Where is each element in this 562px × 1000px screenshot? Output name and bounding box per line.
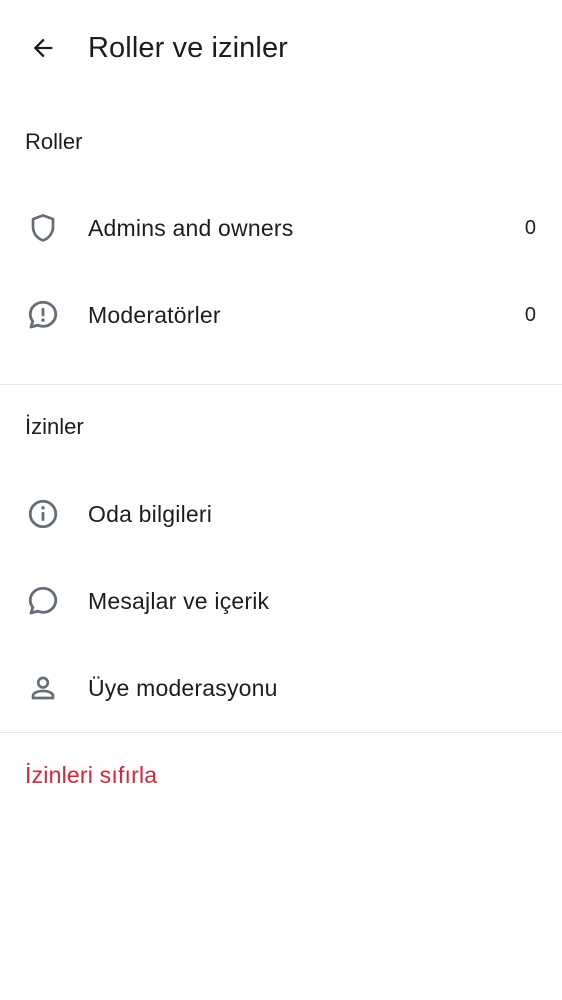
role-count: 0 bbox=[524, 216, 536, 239]
permission-member-moderation[interactable]: Üye moderasyonu bbox=[0, 645, 562, 731]
info-icon bbox=[23, 494, 63, 534]
permissions-section-heading: İzinler bbox=[25, 414, 84, 439]
shield-icon bbox=[23, 208, 63, 248]
top-app-bar: Roller ve izinler bbox=[0, 0, 562, 100]
permission-label: Oda bilgileri bbox=[88, 500, 213, 527]
arrow-left-icon bbox=[29, 34, 57, 67]
chat-bubble-icon bbox=[23, 581, 63, 621]
person-icon bbox=[23, 668, 63, 708]
back-button[interactable] bbox=[18, 26, 68, 74]
alert-chat-icon bbox=[23, 295, 63, 335]
permission-room-info[interactable]: Oda bilgileri bbox=[0, 471, 562, 557]
role-moderators[interactable]: Moderatörler 0 bbox=[0, 272, 562, 358]
reset-permissions-button[interactable]: İzinleri sıfırla bbox=[25, 762, 157, 789]
section-divider bbox=[0, 384, 562, 385]
page-title: Roller ve izinler bbox=[88, 32, 288, 64]
roles-section-heading: Roller bbox=[25, 129, 83, 154]
role-count: 0 bbox=[524, 303, 536, 326]
role-label: Admins and owners bbox=[88, 214, 294, 241]
permission-label: Üye moderasyonu bbox=[88, 674, 278, 701]
role-admins-and-owners[interactable]: Admins and owners 0 bbox=[0, 185, 562, 271]
role-label: Moderatörler bbox=[88, 301, 221, 328]
section-divider bbox=[0, 732, 562, 733]
permission-messages-content[interactable]: Mesajlar ve içerik bbox=[0, 558, 562, 644]
permission-label: Mesajlar ve içerik bbox=[88, 587, 270, 614]
